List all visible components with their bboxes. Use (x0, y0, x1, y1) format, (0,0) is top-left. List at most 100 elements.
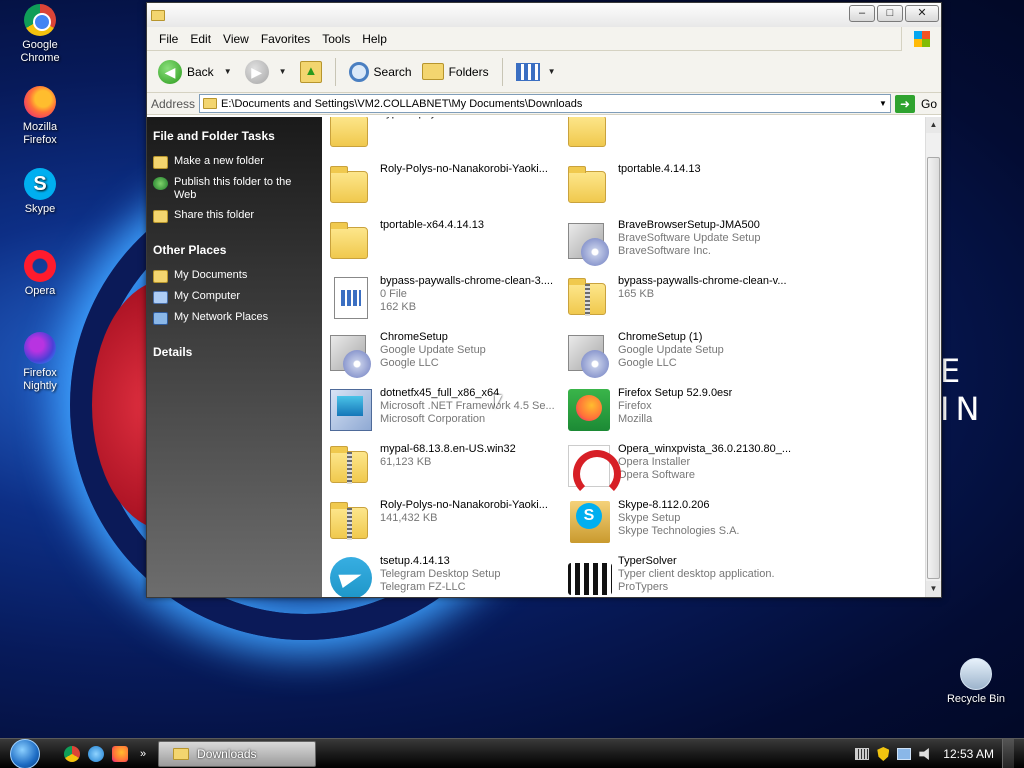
file-text: ChromeSetup Google Update Setup Google LLC (380, 331, 486, 370)
menu-edit[interactable]: Edit (184, 32, 217, 46)
search-icon (348, 61, 369, 82)
file-detail: Skype Technologies S.A. (618, 525, 740, 537)
file-detail: 0 File (380, 288, 407, 300)
minimize-button[interactable]: – (849, 5, 875, 22)
file-detail: Opera Software (618, 469, 696, 481)
file-item[interactable]: Opera_winxpvista_36.0.2130.80_... Opera I… (564, 439, 802, 498)
keyboard-icon (564, 555, 612, 597)
search-button[interactable]: Search (346, 60, 415, 84)
desktop-icon-opera[interactable]: Opera (5, 250, 75, 298)
address-field[interactable]: E:\Documents and Settings\VM2.COLLABNET\… (199, 94, 891, 113)
maximize-button[interactable]: □ (877, 5, 903, 22)
file-item[interactable]: ChromeSetup Google Update Setup Google LLC (326, 327, 564, 383)
menu-view[interactable]: View (217, 32, 255, 46)
icon-graphic (330, 335, 371, 378)
file-item[interactable]: TyperSolver Typer client desktop applicat… (564, 551, 802, 597)
icon-graphic (330, 117, 368, 147)
menu-help[interactable]: Help (356, 32, 393, 46)
folder-icon (203, 98, 218, 109)
menu-tools[interactable]: Tools (316, 32, 356, 46)
folder-icon (326, 117, 374, 155)
file-item[interactable]: BraveBrowserSetup-JMA500 BraveSoftware Up… (564, 215, 802, 271)
desktop-icon-recycle-bin[interactable]: Recycle Bin (940, 658, 1012, 706)
skype-icon: S (24, 168, 56, 200)
file-name: tportable.4.14.13 (618, 163, 701, 175)
file-item[interactable]: tportable.4.14.13 (564, 159, 802, 215)
file-item[interactable]: ChromeSetup (1) Google Update Setup Google… (564, 327, 802, 383)
file-item[interactable]: One-Core-API-Binaries-3.0.5 (564, 117, 802, 159)
address-bar: Address E:\Documents and Settings\VM2.CO… (147, 93, 941, 115)
task-publish-folder[interactable]: Publish this folder to the Web (153, 176, 316, 202)
file-item[interactable]: mypal-68.13.8.en-US.win32 61,123 KB (326, 439, 564, 495)
address-text[interactable]: E:\Documents and Settings\VM2.COLLABNET\… (221, 98, 876, 110)
scroll-up-icon[interactable]: ▲ (926, 117, 941, 133)
file-item[interactable]: Skype-8.112.0.206Skype SetupSkype Techno… (564, 495, 802, 551)
place-my-network-places[interactable]: My Network Places (153, 311, 316, 325)
address-dropdown-icon[interactable]: ▼ (876, 99, 890, 108)
place-my-documents[interactable]: My Documents (153, 269, 316, 283)
file-item[interactable]: dotnetfx45_full_x86_x64 Microsoft .NET Fr… (326, 383, 564, 439)
network-icon[interactable] (897, 748, 912, 760)
menu-file[interactable]: File (153, 32, 184, 46)
go-button[interactable]: ➜ Go (894, 94, 937, 113)
file-item[interactable]: Roly-Polys-no-Nanakorobi-Yaoki... 141,432… (326, 495, 564, 551)
quick-launch: » (64, 745, 146, 762)
file-item[interactable]: tsetup.4.14.13 Telegram Desktop Setup Tele… (326, 551, 564, 597)
scroll-thumb[interactable] (927, 157, 940, 579)
views-button[interactable]: ▼ (513, 61, 565, 83)
icon-graphic (568, 278, 606, 316)
other-places-header[interactable]: Other Places (153, 243, 316, 257)
folder-icon (173, 747, 190, 760)
forward-dropdown-icon[interactable]: ▼ (279, 67, 287, 76)
keyboard-icon[interactable] (855, 748, 870, 760)
show-desktop-button[interactable] (1002, 739, 1014, 768)
desktop-icon-skype[interactable]: S Skype (5, 168, 75, 216)
installer-icon (564, 331, 612, 379)
close-button[interactable]: ✕ (905, 5, 939, 22)
task-make-new-folder[interactable]: Make a new folder (153, 155, 316, 169)
security-shield-icon[interactable] (877, 747, 890, 761)
start-button[interactable] (10, 738, 40, 768)
file-name: ChromeSetup (380, 331, 448, 343)
new-folder-icon (153, 156, 168, 169)
back-dropdown-icon[interactable]: ▼ (224, 67, 232, 76)
icon-graphic (568, 389, 610, 431)
up-folder-button[interactable] (297, 59, 325, 85)
telegram-icon (326, 555, 374, 597)
file-item[interactable]: tportable-x64.4.14.13 (326, 215, 564, 271)
file-item[interactable]: Firefox Setup 52.9.0esr Firefox Mozilla (564, 383, 802, 439)
file-detail: Opera Installer (618, 456, 691, 468)
file-item[interactable]: bypass-paywalls-chrome-clean-v... 165 KB (564, 271, 802, 327)
desktop-icon-firefox[interactable]: Mozilla Firefox (5, 86, 75, 147)
menu-favorites[interactable]: Favorites (255, 32, 316, 46)
vertical-scrollbar[interactable]: ▲ ▼ (925, 117, 941, 597)
back-label: Back (187, 64, 214, 79)
icon-graphic (330, 222, 368, 259)
details-header[interactable]: Details (153, 345, 316, 359)
folders-button[interactable]: Folders (419, 61, 492, 82)
volume-icon[interactable] (919, 748, 929, 760)
title-bar[interactable]: – □ ✕ (147, 3, 941, 27)
file-text: ChromeSetup (1) Google Update Setup Google… (618, 331, 724, 370)
file-detail: Firefox (618, 400, 652, 412)
file-item[interactable]: bypass-paywalls-chrome-clean-v... (326, 117, 564, 159)
scroll-down-icon[interactable]: ▼ (926, 581, 941, 597)
file-item[interactable]: bypass-paywalls-chrome-clean-3.... 0 File… (326, 271, 564, 327)
clock[interactable]: 12:53 AM (943, 747, 994, 761)
taskbar-button-downloads[interactable]: Downloads (158, 740, 317, 767)
quick-launch-more[interactable]: » (140, 748, 146, 760)
file-text: Roly-Polys-no-Nanakorobi-Yaoki... 141,432… (380, 499, 548, 525)
firefox-icon[interactable] (112, 745, 128, 762)
chrome-icon[interactable] (64, 745, 80, 762)
file-folder-tasks-header[interactable]: File and Folder Tasks (153, 129, 316, 143)
place-my-computer[interactable]: My Computer (153, 290, 316, 304)
internet-explorer-icon[interactable] (88, 745, 104, 762)
desktop-icon-chrome[interactable]: Google Chrome (5, 4, 75, 65)
forward-button[interactable]: ▶ (242, 58, 272, 86)
back-button[interactable]: ◀ Back (155, 58, 217, 86)
task-label: Share this folder (174, 209, 255, 221)
file-item[interactable]: Roly-Polys-no-Nanakorobi-Yaoki... (326, 159, 564, 215)
desktop-icon-firefox-nightly[interactable]: Firefox Nightly (5, 332, 75, 393)
task-share-folder[interactable]: Share this folder (153, 209, 316, 223)
opera-icon (564, 443, 621, 498)
